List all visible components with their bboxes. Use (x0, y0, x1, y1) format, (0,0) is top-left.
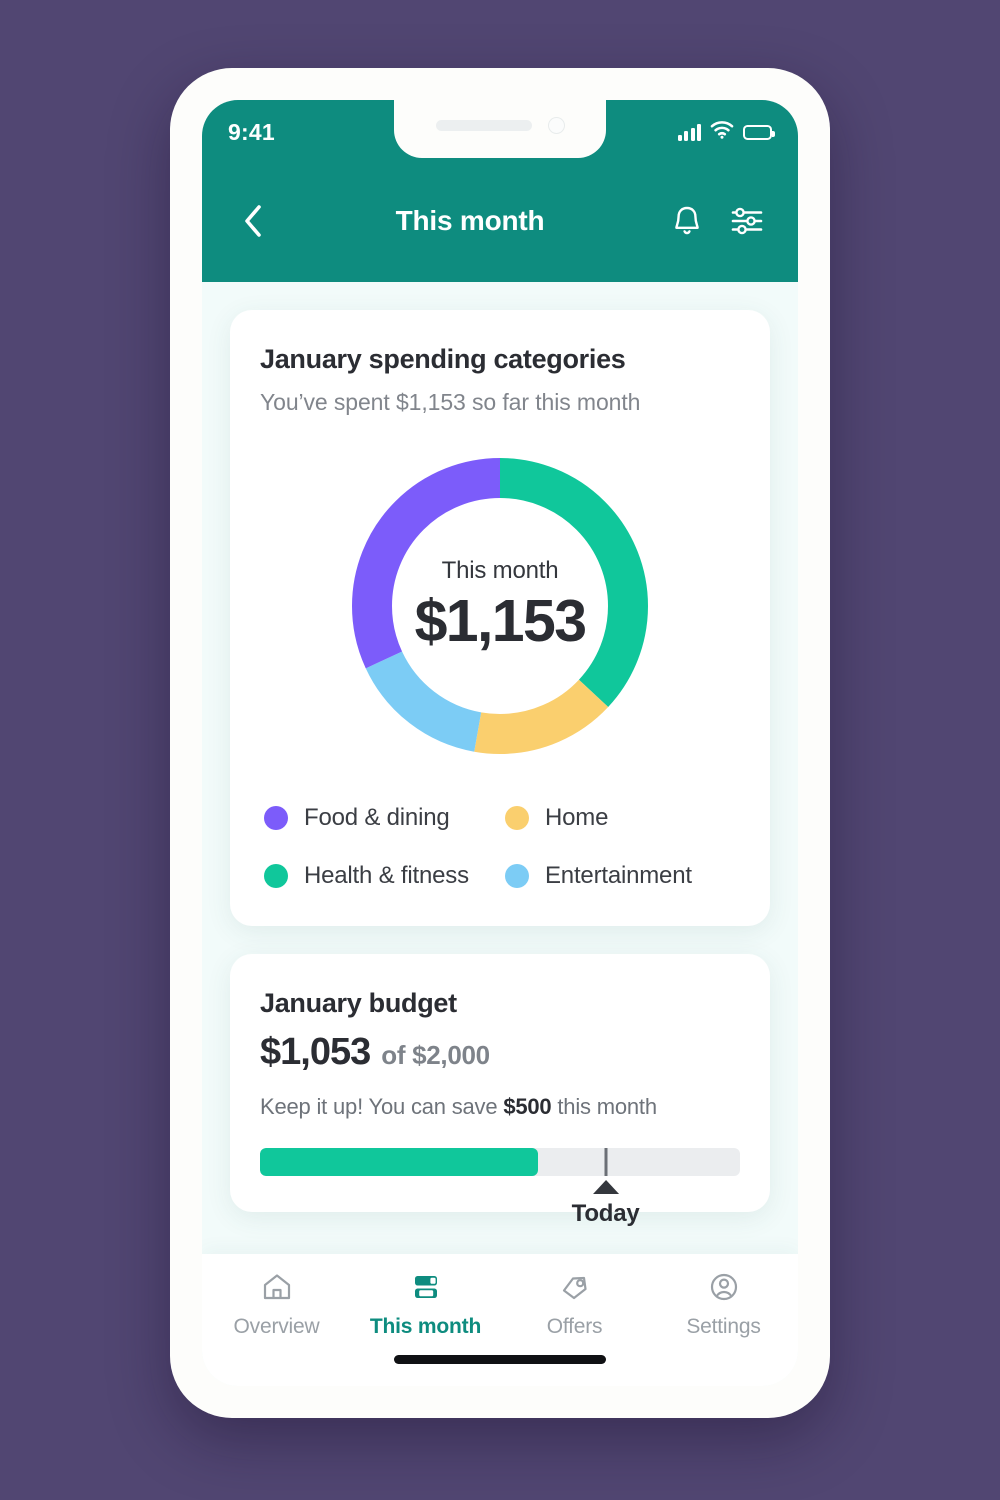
chevron-left-icon (245, 205, 261, 237)
spending-card-title: January spending categories (260, 344, 626, 374)
app-header: This month (202, 160, 798, 282)
home-indicator (394, 1355, 606, 1364)
budget-savings-note: Keep it up! You can save $500 this month (260, 1094, 740, 1120)
budget-card-title: January budget (260, 988, 457, 1018)
donut-chart[interactable]: This month $1,153 (260, 450, 740, 762)
budget-total-amount: of $2,000 (381, 1040, 490, 1070)
header-actions (664, 198, 770, 244)
page-title: This month (395, 205, 545, 236)
phone-frame: 9:41 This month January spending categor… (170, 68, 830, 1418)
phone-screen: 9:41 This month January spending categor… (202, 100, 798, 1386)
legend-item-label: Home (545, 804, 609, 831)
sliders-icon (731, 207, 763, 235)
budget-spent-amount: $1,053 (260, 1031, 371, 1073)
account-icon (708, 1270, 740, 1304)
budget-note-prefix: Keep it up! You can save (260, 1094, 504, 1119)
bottom-navigation: Overview This month Offers Settings (202, 1254, 798, 1386)
status-bar-icons (677, 120, 775, 144)
legend-color-dot (264, 864, 288, 888)
today-marker: Today (572, 1180, 640, 1228)
battery-icon (743, 124, 775, 140)
filter-settings-button[interactable] (724, 198, 770, 244)
wifi-icon (710, 120, 734, 144)
nav-item-settings[interactable]: Settings (649, 1270, 798, 1339)
status-bar-time: 9:41 (228, 118, 275, 145)
budget-note-suffix: this month (551, 1094, 657, 1119)
signal-bars-icon (677, 123, 701, 141)
budget-progress-area: Today (260, 1148, 740, 1227)
today-tick-mark (604, 1148, 608, 1176)
legend-item-food-dining[interactable]: Food & dining (264, 804, 495, 832)
nav-item-offers[interactable]: Offers (500, 1270, 649, 1339)
legend-item-home[interactable]: Home (505, 804, 736, 832)
legend-item-label: Entertainment (545, 862, 692, 889)
bars-icon (410, 1270, 442, 1304)
budget-amount-row: $1,053 of $2,000 (260, 1031, 740, 1074)
home-icon (261, 1270, 293, 1304)
legend-item-health-fitness[interactable]: Health & fitness (264, 862, 495, 890)
spending-categories-card: January spending categories You’ve spent… (230, 310, 770, 926)
budget-card: January budget $1,053 of $2,000 Keep it … (230, 954, 770, 1227)
chart-legend: Food & dining Home Health & fitness Ente… (260, 804, 740, 890)
budget-progress-track[interactable] (260, 1148, 740, 1176)
legend-color-dot (505, 864, 529, 888)
phone-notch (394, 100, 606, 158)
bell-icon (675, 206, 699, 235)
notch-speaker (435, 119, 532, 131)
nav-item-this-month[interactable]: This month (351, 1270, 500, 1339)
legend-color-dot (505, 806, 529, 830)
legend-item-entertainment[interactable]: Entertainment (505, 862, 736, 890)
today-caret-icon (592, 1180, 619, 1194)
budget-note-amount: $500 (503, 1094, 552, 1119)
legend-item-label: Health & fitness (304, 862, 469, 889)
nav-item-label: Offers (546, 1315, 603, 1338)
legend-color-dot (264, 806, 288, 830)
scroll-content[interactable]: January spending categories You’ve spent… (202, 282, 798, 1386)
offer-tag-icon (559, 1270, 591, 1304)
nav-item-overview[interactable]: Overview (202, 1270, 351, 1339)
notifications-button[interactable] (664, 198, 710, 244)
budget-progress-fill (260, 1148, 539, 1176)
nav-item-label: Overview (233, 1315, 320, 1338)
notch-camera (547, 116, 565, 134)
back-button[interactable] (230, 198, 276, 244)
nav-item-label: This month (369, 1315, 482, 1338)
spending-card-subtitle: You’ve spent $1,153 so far this month (260, 389, 641, 415)
legend-item-label: Food & dining (304, 804, 450, 831)
today-label: Today (571, 1200, 640, 1227)
nav-item-label: Settings (686, 1315, 761, 1338)
